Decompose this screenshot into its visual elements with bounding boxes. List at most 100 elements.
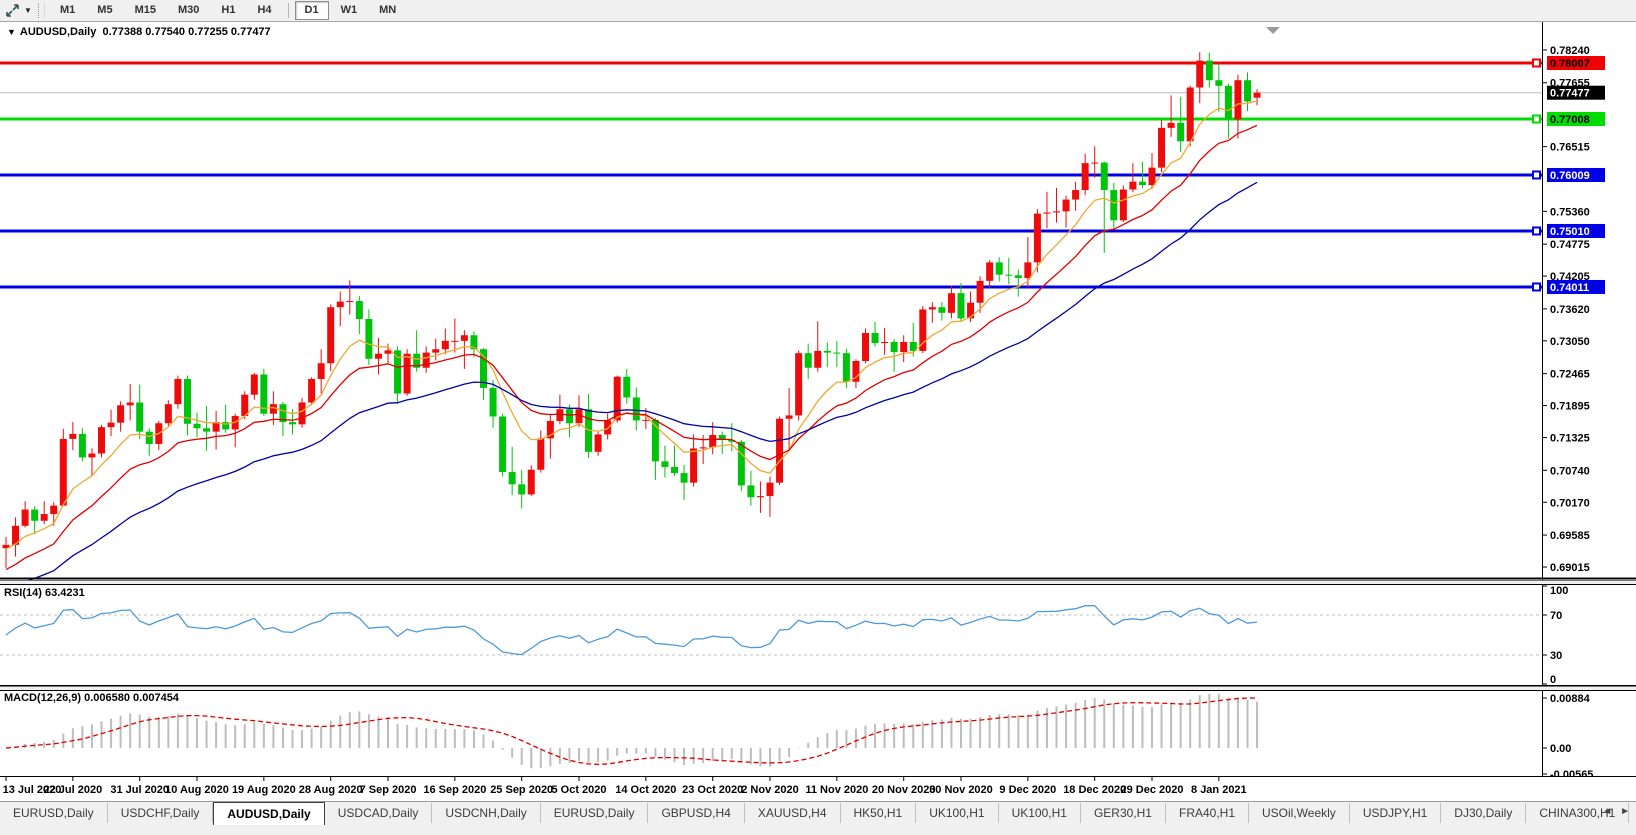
candle-body (432, 349, 439, 352)
ohlc-values: 0.77388 0.77540 0.77255 0.77477 (102, 26, 270, 38)
price-tick-label: 0.74775 (1550, 239, 1590, 251)
chart-tab-audusd-daily[interactable]: AUDUSD,Daily (213, 802, 324, 825)
toolbar-grip (38, 3, 45, 18)
timeframe-button-w1[interactable]: W1 (331, 1, 368, 20)
chart-shift-triangle-icon[interactable] (1266, 27, 1280, 34)
date-tick-label: 10 Aug 2020 (165, 784, 229, 796)
candle-body (767, 483, 774, 496)
candle-body (1120, 190, 1127, 221)
candle-body (1063, 200, 1070, 212)
crosshair-cursor-icon[interactable] (2, 2, 22, 19)
candle-body (375, 354, 382, 359)
timeframe-button-m30[interactable]: M30 (168, 1, 209, 20)
ma-slow-line (6, 182, 1257, 580)
candle-body (833, 353, 840, 354)
candle-body (967, 303, 974, 319)
cursor-dropdown-caret[interactable]: ▼ (22, 6, 34, 15)
chart-tab-ger30-h1[interactable]: GER30,H1 (1081, 803, 1166, 823)
chart-tab-usoil-[interactable]: USOil, (1629, 803, 1636, 823)
chart-tab-eurusd-daily[interactable]: EURUSD,Daily (0, 803, 108, 823)
candle-body (308, 379, 315, 403)
chart-title[interactable]: ▼ AUDUSD,Daily 0.77388 0.77540 0.77255 0.… (7, 26, 271, 38)
macd-label: MACD(12,26,9) 0.006580 0.007454 (4, 692, 179, 704)
rsi-bg (0, 584, 1636, 686)
hline-handle[interactable] (1533, 115, 1540, 122)
timeframe-button-d1[interactable]: D1 (295, 1, 329, 20)
candle-body (1101, 163, 1108, 190)
candle-body (1043, 212, 1050, 213)
candle-body (136, 402, 143, 431)
candle-body (614, 377, 621, 421)
chart-tab-eurusd-daily[interactable]: EURUSD,Daily (541, 803, 649, 823)
chart-tab-uk100-h1[interactable]: UK100,H1 (999, 803, 1081, 823)
candle-body (900, 342, 907, 352)
candle-body (862, 333, 869, 361)
symbol-title: AUDUSD,Daily (20, 26, 96, 38)
candle-body (891, 342, 898, 352)
timeframe-button-m1[interactable]: M1 (50, 1, 85, 20)
candle-body (108, 423, 115, 427)
collapse-triangle-icon[interactable]: ▼ (7, 27, 16, 37)
candle-body (1234, 80, 1241, 119)
price-tick-label: 0.75360 (1550, 206, 1590, 218)
candle-body (41, 514, 48, 521)
chart-tab-usoil-weekly[interactable]: USOil,Weekly (1249, 803, 1350, 823)
candle-body (757, 496, 764, 497)
chart-tab-usdcnh-daily[interactable]: USDCNH,Daily (432, 803, 540, 823)
candle-body (986, 262, 993, 280)
candle-body (1158, 128, 1165, 168)
hline-handle[interactable] (1533, 171, 1540, 178)
candle-body (1187, 87, 1194, 141)
chart-tab-xauusd-h4[interactable]: XAUUSD,H4 (745, 803, 841, 823)
rsi-indicator-pane[interactable]: 10070300 (0, 584, 1636, 686)
price-tick-label: 0.73620 (1550, 304, 1590, 316)
price-chart-pane[interactable]: 0.782400.776550.765150.753600.747750.742… (0, 22, 1636, 580)
candle-body (69, 434, 76, 439)
hline-handle[interactable] (1533, 227, 1540, 234)
date-tick-label: 16 Sep 2020 (423, 784, 486, 796)
candle-body (1225, 86, 1232, 120)
timeframe-button-m15[interactable]: M15 (125, 1, 166, 20)
rsi-tick-label: 0 (1550, 674, 1556, 686)
candle-body (700, 447, 707, 448)
chart-tab-gbpusd-h4[interactable]: GBPUSD,H4 (648, 803, 744, 823)
candle-body (1129, 182, 1136, 190)
timeframe-button-h1[interactable]: H1 (211, 1, 245, 20)
timeframe-button-m5[interactable]: M5 (87, 1, 122, 20)
date-tick-label: 8 Jan 2021 (1191, 784, 1247, 796)
chart-tab-usdchf-daily[interactable]: USDCHF,Daily (108, 803, 214, 823)
candle-body (642, 420, 649, 421)
tabs-scroll-left-icon[interactable]: ◄ (1602, 806, 1612, 817)
hline-handle[interactable] (1533, 60, 1540, 67)
chart-tab-fra40-h1[interactable]: FRA40,H1 (1166, 803, 1249, 823)
rsi-tick-label: 70 (1550, 610, 1562, 622)
candle-body (805, 353, 812, 368)
chart-tab-dj30-daily[interactable]: DJ30,Daily (1441, 803, 1526, 823)
price-tick-label: 0.72465 (1550, 369, 1590, 381)
date-tick-label: 2 Nov 2020 (741, 784, 798, 796)
hline-price-tag-text: 0.75010 (1550, 226, 1590, 238)
candle-body (738, 442, 745, 486)
date-tick-label: 23 Oct 2020 (682, 784, 743, 796)
timeframe-button-h4[interactable]: H4 (247, 1, 281, 20)
candle-body (776, 419, 783, 483)
tabs-scroll-right-icon[interactable]: ► (1620, 806, 1630, 817)
macd-tick-label: 0.00 (1550, 743, 1571, 755)
candle-body (442, 341, 449, 349)
hline-price-tag-text: 0.74011 (1550, 282, 1589, 294)
hline-handle[interactable] (1533, 283, 1540, 290)
candle-body (747, 485, 754, 497)
chart-tab-hk50-h1[interactable]: HK50,H1 (841, 803, 917, 823)
timeframe-button-mn[interactable]: MN (369, 1, 406, 20)
chart-tab-usdjpy-h1[interactable]: USDJPY,H1 (1350, 803, 1441, 823)
candle-body (948, 293, 955, 313)
chart-tab-usdcad-daily[interactable]: USDCAD,Daily (325, 803, 433, 823)
macd-indicator-pane[interactable]: 0.008840.00-0.00565 (0, 690, 1636, 777)
rsi-label: RSI(14) 63.4231 (4, 587, 85, 599)
candle-body (537, 438, 544, 469)
candle-body (518, 484, 525, 494)
candle-body (327, 307, 334, 363)
chart-tab-uk100-h1[interactable]: UK100,H1 (916, 803, 998, 823)
date-tick-label: 30 Nov 2020 (929, 784, 993, 796)
candle-body (1168, 123, 1175, 128)
